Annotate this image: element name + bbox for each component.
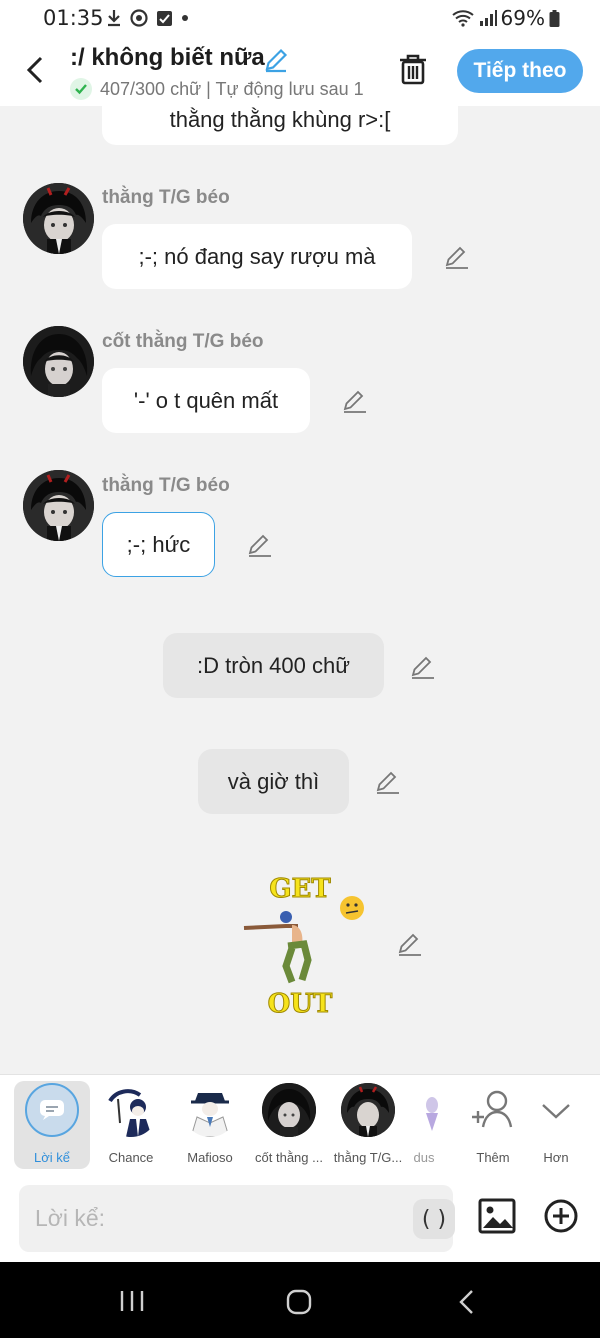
character-label: cốt thằng ... xyxy=(255,1150,323,1165)
edit-message-icon[interactable] xyxy=(397,931,423,957)
wifi-icon xyxy=(451,10,474,27)
avatar[interactable] xyxy=(23,183,94,254)
add-person-icon xyxy=(472,1090,513,1128)
message-bubble[interactable]: thằng thằng khùng r>:[ xyxy=(102,106,458,145)
trash-icon[interactable] xyxy=(398,53,428,85)
system-nav-bar xyxy=(0,1262,600,1338)
avatar xyxy=(341,1083,395,1137)
autosave-status: 407/300 chữ | Tự động lưu sau 1 xyxy=(70,78,375,100)
message-text: '-' o t quên mất xyxy=(133,387,279,413)
speech-bubble-icon xyxy=(40,1100,64,1120)
message-bubble[interactable]: '-' o t quên mất xyxy=(102,368,310,433)
get-out-sticker[interactable]: GET OUT xyxy=(230,870,370,1020)
edit-message-icon[interactable] xyxy=(342,388,368,414)
more-button[interactable]: Hơn xyxy=(516,1083,596,1165)
message-text: ;-; nó đang say rượu mà xyxy=(138,243,376,269)
character-dus[interactable]: dus xyxy=(400,1083,440,1165)
message-input[interactable] xyxy=(35,1185,395,1252)
character-label: Mafioso xyxy=(187,1150,233,1165)
avatar[interactable] xyxy=(23,326,94,397)
status-time: 01:35 xyxy=(43,6,104,30)
message-text: thằng thằng khùng r>:[ xyxy=(169,107,391,132)
speaker-name: thằng T/G béo xyxy=(102,187,230,208)
character-label: Lời kể xyxy=(34,1150,70,1165)
image-icon[interactable] xyxy=(478,1198,516,1234)
edit-message-icon[interactable] xyxy=(444,244,470,270)
message-text: ;-; hức xyxy=(126,531,191,557)
parentheses-button[interactable]: ( ) xyxy=(413,1199,455,1239)
character-narrator[interactable]: Lời kể xyxy=(12,1081,92,1169)
chevron-left-icon xyxy=(26,56,43,84)
battery-percent: 69% xyxy=(500,6,545,30)
narration-text: và giờ thì xyxy=(227,768,320,794)
message-bubble-selected[interactable]: ;-; hức xyxy=(102,512,215,577)
character-thang-tg[interactable]: thằng T/G... xyxy=(328,1083,408,1165)
edit-message-icon[interactable] xyxy=(375,769,401,795)
chevron-down-icon xyxy=(542,1104,570,1119)
character-mafioso[interactable]: Mafioso xyxy=(170,1083,250,1165)
sticker-bottom-text: OUT xyxy=(268,989,333,1019)
input-row: ( ) xyxy=(0,1174,600,1262)
character-chance[interactable]: Chance xyxy=(91,1083,171,1165)
chrome-icon xyxy=(130,9,148,27)
back-icon[interactable] xyxy=(457,1289,475,1315)
word-count-text: 407/300 chữ | Tự động lưu sau 1 xyxy=(100,78,364,99)
narration-bubble[interactable]: và giờ thì xyxy=(198,749,349,814)
character-label: Hơn xyxy=(543,1150,569,1165)
dot-icon xyxy=(182,15,188,21)
avatar xyxy=(400,1083,440,1137)
next-button[interactable]: Tiếp theo xyxy=(457,49,583,93)
edit-message-icon[interactable] xyxy=(410,654,436,680)
signal-icon xyxy=(479,10,497,26)
status-bar: 01:35 69% xyxy=(0,0,600,36)
home-icon[interactable] xyxy=(286,1289,312,1315)
story-header: :/ không biết nữa 407/300 chữ | Tự động … xyxy=(0,36,600,106)
check-icon xyxy=(70,78,92,100)
battery-icon xyxy=(549,9,560,27)
avatar xyxy=(183,1083,237,1137)
narration-bubble[interactable]: :D tròn 400 chữ xyxy=(163,633,384,698)
character-cot-thang[interactable]: cốt thằng ... xyxy=(249,1083,329,1165)
sticker-top-text: GET xyxy=(269,874,331,904)
story-title: :/ không biết nữa xyxy=(70,44,265,71)
notification-icons xyxy=(106,9,189,27)
avatar xyxy=(104,1083,158,1137)
character-label: thằng T/G... xyxy=(333,1150,403,1165)
speaker-name: cốt thằng T/G béo xyxy=(102,331,264,352)
edit-message-icon[interactable] xyxy=(247,532,273,558)
back-button[interactable] xyxy=(18,50,52,90)
speaker-name: thằng T/G béo xyxy=(102,475,230,496)
narration-text: :D tròn 400 chữ xyxy=(197,652,350,678)
checkbox-icon xyxy=(157,10,172,26)
narrator-avatar xyxy=(25,1083,79,1137)
character-label: dus xyxy=(413,1150,435,1165)
download-icon xyxy=(108,10,120,27)
edit-title-icon[interactable] xyxy=(262,46,290,74)
input-container: ( ) xyxy=(19,1185,455,1252)
recent-apps-icon[interactable] xyxy=(119,1289,145,1313)
character-bar: Lời kể Chance Mafioso cốt thằng ... thằn… xyxy=(0,1074,600,1174)
avatar xyxy=(262,1083,316,1137)
add-circle-icon[interactable] xyxy=(543,1198,579,1234)
avatar[interactable] xyxy=(23,470,94,541)
status-right: 69% xyxy=(451,6,560,30)
character-label: Chance xyxy=(108,1150,154,1165)
message-bubble[interactable]: ;-; nó đang say rượu mà xyxy=(102,224,412,289)
